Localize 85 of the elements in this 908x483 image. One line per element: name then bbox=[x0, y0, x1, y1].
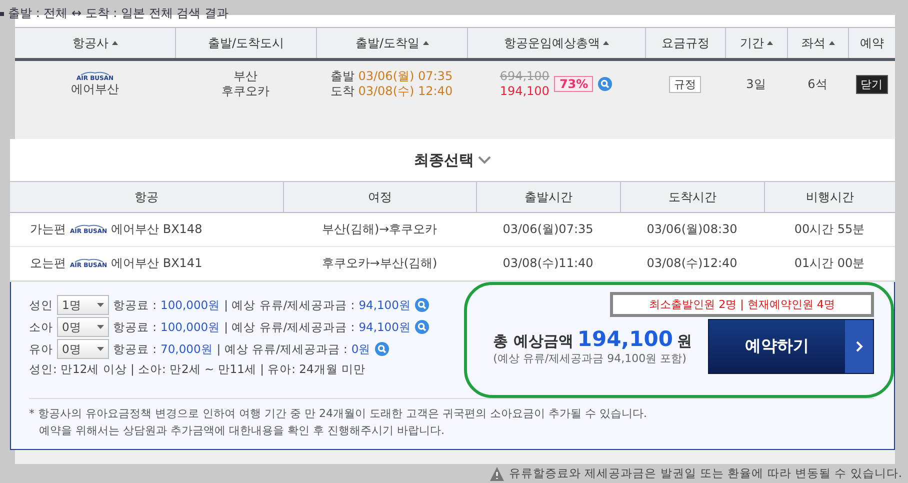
footnote: * 항공사의 유아요금정책 변경으로 인하여 여행 기간 중 만 24개월이 도래한 고객은 귀국편의 소아요금이 추가될 수 있습니다. bbox=[29, 406, 648, 422]
column-header: 출발/도착도시 bbox=[208, 34, 284, 52]
fare-label: 항공료 : bbox=[113, 342, 157, 356]
warning-icon bbox=[490, 466, 504, 480]
column-header[interactable]: 항공사 bbox=[72, 34, 108, 52]
flight-duration: 01시간 00분 bbox=[793, 255, 866, 272]
date-label: 도착 bbox=[330, 84, 354, 98]
fare-amount: 70,000원 bbox=[160, 342, 213, 356]
fare-label: 항공료 : bbox=[113, 298, 157, 312]
passenger-type: 성인 bbox=[29, 298, 53, 312]
book-button[interactable]: 예약하기 bbox=[708, 319, 874, 374]
tax-label: | 예상 유류/제세공과금 : bbox=[224, 320, 355, 334]
airline-name: 에어부산 bbox=[71, 82, 119, 97]
route-text: 부산(김해)→후쿠오카 bbox=[320, 221, 438, 238]
tax-label: | 예상 유류/제세공과금 : bbox=[216, 342, 348, 356]
flight-name: 에어부산 BX148 bbox=[111, 221, 202, 238]
total-label: 총 예상금액 bbox=[493, 332, 574, 351]
sale-price: 194,100 bbox=[500, 84, 550, 99]
original-price: 694,100 bbox=[500, 69, 550, 84]
tax-amount: 0원 bbox=[351, 342, 371, 356]
total-amount: 194,100 bbox=[577, 327, 673, 351]
tax-amount: 94,100원 bbox=[358, 320, 411, 334]
panel-title: 최종선택 bbox=[414, 150, 474, 170]
tax-amount: 94,100원 bbox=[358, 298, 411, 312]
search-icon[interactable] bbox=[598, 77, 612, 91]
passenger-type: 유아 bbox=[29, 342, 53, 356]
passenger-count-dropdown[interactable]: 1명 bbox=[57, 295, 109, 315]
date-time: 03/06(월) 07:35 bbox=[358, 69, 453, 83]
search-icon[interactable] bbox=[374, 342, 389, 356]
bullet-icon bbox=[0, 12, 4, 16]
arrival-time: 03/08(수)12:40 bbox=[646, 255, 738, 272]
dropdown-arrow-icon bbox=[97, 303, 104, 307]
search-summary: 출발 : 전체 ↔ 도착 : 일본 전체 검색 결과 bbox=[8, 6, 228, 21]
tax-label: | 예상 유류/제세공과금 : bbox=[224, 298, 355, 312]
sort-arrow-icon bbox=[767, 41, 773, 45]
column-header: 여정 bbox=[283, 182, 476, 212]
flight-duration: 00시간 55분 bbox=[793, 221, 866, 238]
route-text: 후쿠오카→부산(김해) bbox=[320, 255, 438, 272]
arrival-time: 03/06(월)08:30 bbox=[646, 221, 738, 238]
passenger-minimum-notice: 최소출발인원 2명 | 현재예약인원 4명 bbox=[610, 292, 874, 317]
close-button[interactable]: 닫기 bbox=[856, 74, 888, 94]
city-name: 부산 bbox=[234, 69, 258, 84]
trip-duration: 3일 bbox=[746, 76, 766, 92]
flight-name: 에어부산 BX141 bbox=[111, 255, 202, 272]
column-header[interactable]: 기간 bbox=[740, 34, 764, 52]
column-header[interactable]: 출발/도착일 bbox=[355, 34, 420, 52]
column-header: 출발시간 bbox=[476, 182, 620, 212]
chevron-right-icon bbox=[856, 341, 862, 352]
date-time: 03/08(수) 12:40 bbox=[358, 84, 453, 98]
direction-label: 가는편 bbox=[30, 221, 66, 238]
fare-rule-button[interactable]: 규정 bbox=[669, 76, 701, 92]
column-header: 비행시간 bbox=[764, 182, 895, 212]
fare-amount: 100,000원 bbox=[160, 298, 220, 312]
chevron-down-icon[interactable] bbox=[478, 156, 491, 164]
sort-arrow-icon bbox=[112, 41, 118, 45]
dropdown-arrow-icon bbox=[97, 325, 104, 329]
column-header[interactable]: 좌석 bbox=[802, 34, 826, 52]
column-header: 도착시간 bbox=[620, 182, 764, 212]
departure-time: 03/06(월)07:35 bbox=[502, 221, 594, 238]
city-name: 후쿠오카 bbox=[222, 84, 270, 99]
search-icon[interactable] bbox=[414, 320, 429, 334]
direction-label: 오는편 bbox=[30, 255, 66, 272]
search-icon[interactable] bbox=[414, 298, 429, 312]
currency-unit: 원 bbox=[677, 332, 692, 351]
column-header: 요금규정 bbox=[662, 34, 710, 52]
seat-count: 6석 bbox=[808, 76, 828, 92]
discount-badge: 73% bbox=[554, 76, 594, 92]
fare-change-notice: 유류할증료와 제세공과금은 발권일 또는 환율에 따라 변동될 수 있습니다. bbox=[509, 466, 902, 481]
fare-amount: 100,000원 bbox=[160, 320, 220, 334]
fare-label: 항공료 : bbox=[113, 320, 157, 334]
passenger-type: 소아 bbox=[29, 320, 53, 334]
dropdown-arrow-icon bbox=[97, 347, 104, 351]
total-note: (예상 유류/제세공과금 94,100원 포함) bbox=[493, 351, 688, 366]
column-header: 항공 bbox=[134, 188, 160, 206]
sort-arrow-icon bbox=[603, 41, 609, 45]
passenger-count-dropdown[interactable]: 0명 bbox=[57, 339, 109, 359]
date-label: 출발 bbox=[330, 69, 354, 83]
sort-arrow-icon bbox=[828, 41, 834, 45]
age-note: 성인: 만12세 이상 | 소아: 만2세 ~ 만11세 | 유아: 24개월 미만 bbox=[29, 362, 366, 377]
column-header[interactable]: 항공운임예상총액 bbox=[504, 34, 600, 52]
departure-time: 03/08(수)11:40 bbox=[502, 255, 594, 272]
column-header: 예약 bbox=[860, 34, 884, 52]
sort-arrow-icon bbox=[422, 41, 429, 45]
passenger-count-dropdown[interactable]: 0명 bbox=[57, 317, 109, 337]
footnote: 예약을 위해서는 상담원과 추가금액에 대한내용을 확인 후 진행해주시기 바랍니다. bbox=[38, 423, 446, 439]
